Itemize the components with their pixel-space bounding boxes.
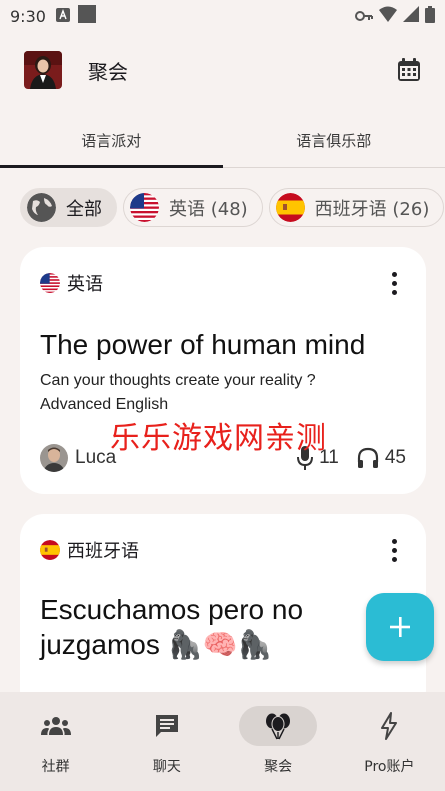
filter-chip-label: 英语 (48) xyxy=(169,198,248,220)
spain-flag-icon xyxy=(40,540,60,560)
us-flag-icon xyxy=(40,273,60,293)
nav-label: 聚会 xyxy=(264,759,293,775)
balloons-icon xyxy=(266,713,291,740)
tab-bar: 语言派对 语言俱乐部 xyxy=(0,114,445,168)
chat-icon xyxy=(155,715,178,737)
calendar-button[interactable] xyxy=(387,48,431,92)
tab-language-club[interactable]: 语言俱乐部 xyxy=(223,114,445,167)
spain-flag-icon xyxy=(275,193,305,222)
us-flag-icon xyxy=(130,193,159,222)
status-time: 9:30 xyxy=(10,6,46,26)
tab-language-party[interactable]: 语言派对 xyxy=(0,114,223,168)
add-party-button[interactable] xyxy=(366,593,434,661)
listeners-count: 45 xyxy=(384,447,406,468)
page-title: 聚会 xyxy=(88,59,128,84)
notification-square-icon xyxy=(77,5,96,27)
bottom-navigation: 社群 聊天 聚会 Pro账户 xyxy=(0,692,445,791)
nav-item-community[interactable]: 社群 xyxy=(0,692,111,791)
nav-label: 聊天 xyxy=(152,759,181,775)
battery-icon xyxy=(425,5,435,27)
nav-label: Pro账户 xyxy=(364,759,415,775)
card-title: The power of human mind xyxy=(40,329,366,360)
status-bar: 9:30 xyxy=(0,0,445,32)
calendar-icon xyxy=(398,58,420,81)
watermark-text: 乐乐游戏网亲测 xyxy=(110,421,327,456)
headphones-icon xyxy=(357,447,378,468)
card-language: 英语 xyxy=(67,274,103,295)
listeners-stat: 45 xyxy=(357,446,406,470)
filter-chip-spanish[interactable]: 西班牙语 (26) xyxy=(268,188,445,227)
app-bar: 聚会 xyxy=(0,40,445,100)
signal-icon xyxy=(403,6,419,26)
nav-label: 社群 xyxy=(41,759,70,775)
plus-icon xyxy=(390,617,410,637)
filter-chip-label: 全部 xyxy=(66,198,102,220)
globe-icon xyxy=(27,193,56,222)
vpn-key-icon xyxy=(355,7,373,26)
filter-chip-label: 西班牙语 (26) xyxy=(314,198,430,220)
wifi-icon xyxy=(379,6,397,26)
filter-chip-all[interactable]: 全部 xyxy=(20,188,117,227)
card-header: 西班牙语 xyxy=(40,536,406,564)
nav-item-chat[interactable]: 聊天 xyxy=(111,692,222,791)
card-language: 西班牙语 xyxy=(67,541,139,562)
notification-a-icon xyxy=(55,7,70,26)
nav-item-parties[interactable]: 聚会 xyxy=(223,692,334,791)
more-options-button[interactable] xyxy=(382,536,406,564)
nav-item-pro[interactable]: Pro账户 xyxy=(334,692,445,791)
card-title: Escuchamos pero no juzgamos 🦍🧠🦍 xyxy=(40,594,304,660)
filter-chips: 全部 英语 (48) 西班牙语 (26) xyxy=(20,188,445,227)
community-icon xyxy=(40,717,71,735)
card-header: 英语 xyxy=(40,269,406,297)
user-avatar[interactable] xyxy=(24,51,62,89)
host-avatar[interactable] xyxy=(40,444,68,472)
filter-chip-english[interactable]: 英语 (48) xyxy=(123,188,263,227)
card-description: Can your thoughts create your reality ? … xyxy=(40,372,316,413)
bolt-icon xyxy=(381,712,398,740)
more-options-button[interactable] xyxy=(382,269,406,297)
